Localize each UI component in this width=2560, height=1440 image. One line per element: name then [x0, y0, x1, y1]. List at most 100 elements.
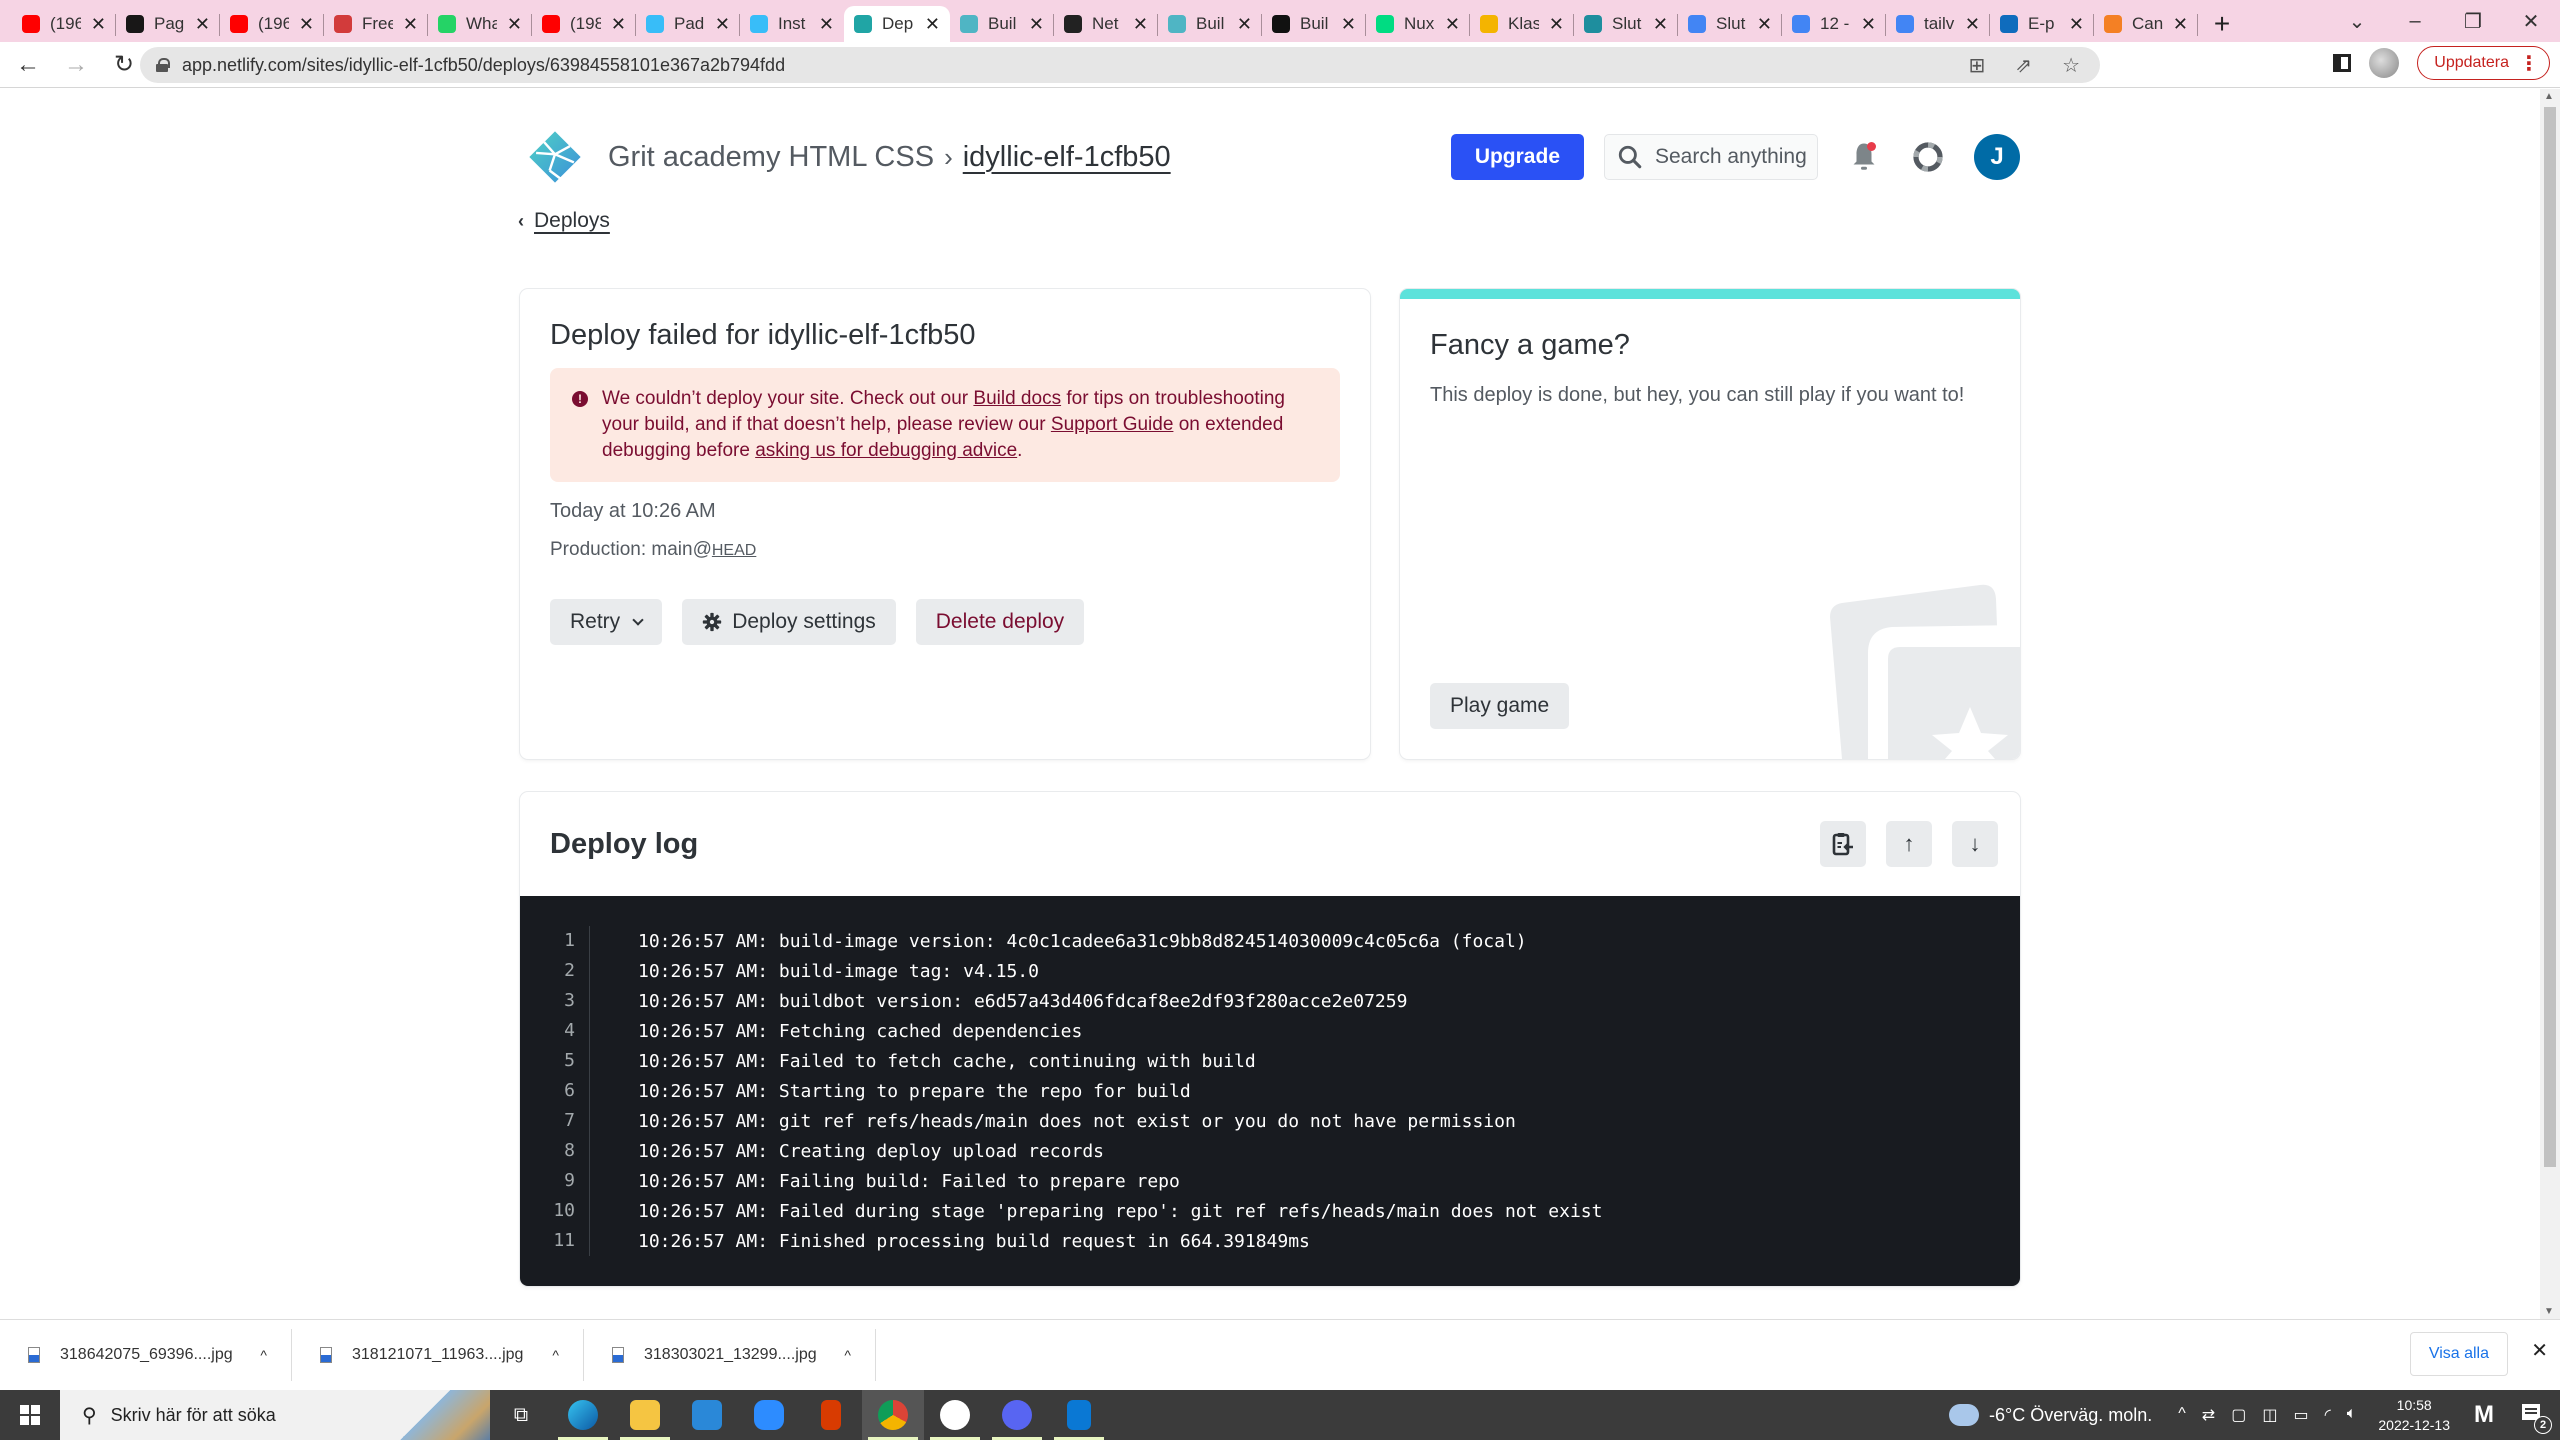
support-guide-link[interactable]: Support Guide	[1051, 414, 1174, 435]
tab-close-icon[interactable]: ✕	[819, 14, 834, 35]
taskbar-discord[interactable]	[986, 1390, 1048, 1440]
tab-close-icon[interactable]: ✕	[1549, 14, 1564, 35]
taskbar-slack[interactable]	[924, 1390, 986, 1440]
back-button[interactable]: ←	[8, 45, 48, 85]
tab-close-icon[interactable]: ✕	[611, 14, 626, 35]
forward-button[interactable]: →	[56, 45, 96, 85]
taskbar-search[interactable]: ⚲ Skriv här för att söka	[60, 1390, 490, 1440]
url-text[interactable]: app.netlify.com/sites/idyllic-elf-1cfb50…	[182, 55, 785, 76]
tray-m-app-icon[interactable]: M	[2474, 1401, 2494, 1429]
scroll-to-bottom-button[interactable]: ↓	[1952, 821, 1998, 867]
scroll-to-top-button[interactable]: ↑	[1886, 821, 1932, 867]
tab-close-icon[interactable]: ✕	[1237, 14, 1252, 35]
help-lifebuoy-icon[interactable]	[1910, 139, 1946, 175]
taskbar-chrome[interactable]	[862, 1390, 924, 1440]
back-to-deploys-link[interactable]: ‹ Deploys	[518, 209, 610, 233]
tab-close-icon[interactable]: ✕	[91, 14, 106, 35]
download-item[interactable]: 318121071_11963....jpg ^	[292, 1328, 584, 1381]
browser-tab[interactable]: Pad ✕	[636, 6, 740, 42]
update-button[interactable]: Uppdatera ⋮	[2417, 46, 2550, 80]
download-item[interactable]: 318642075_69396....jpg ^	[0, 1328, 292, 1381]
download-options-caret-icon[interactable]: ^	[844, 1347, 851, 1363]
start-button[interactable]	[0, 1390, 60, 1440]
browser-tab[interactable]: (196 ✕	[220, 6, 324, 42]
tab-close-icon[interactable]: ✕	[403, 14, 418, 35]
page-scrollbar[interactable]: ▲ ▼	[2540, 89, 2560, 1319]
tab-close-icon[interactable]: ✕	[1341, 14, 1356, 35]
search-input[interactable]: Search anything	[1604, 134, 1818, 180]
play-game-button[interactable]: Play game	[1430, 683, 1570, 729]
tab-close-icon[interactable]: ✕	[925, 14, 940, 35]
tab-close-icon[interactable]: ✕	[2069, 14, 2084, 35]
build-docs-link[interactable]: Build docs	[973, 388, 1061, 409]
upgrade-button[interactable]: Upgrade	[1450, 134, 1584, 180]
tab-close-icon[interactable]: ✕	[1029, 14, 1044, 35]
browser-tab[interactable]: Slut ✕	[1574, 6, 1678, 42]
taskbar-file-explorer[interactable]	[614, 1390, 676, 1440]
notification-center-button[interactable]: 2	[2520, 1402, 2552, 1434]
debugging-advice-link[interactable]: asking us for debugging advice	[755, 440, 1017, 461]
browser-tab[interactable]: Free ✕	[324, 6, 428, 42]
new-tab-button[interactable]: +	[2204, 6, 2240, 42]
side-panel-icon[interactable]	[2333, 54, 2352, 72]
tab-close-icon[interactable]: ✕	[1757, 14, 1772, 35]
share-icon[interactable]: ⇗	[2015, 53, 2032, 78]
browser-tab[interactable]: Buil ✕	[1158, 6, 1262, 42]
taskbar-mail[interactable]	[676, 1390, 738, 1440]
network-adapter-icon[interactable]: ⇄	[2202, 1405, 2215, 1425]
commit-ref-link[interactable]: HEAD	[712, 542, 756, 559]
breadcrumb-site[interactable]: idyllic-elf-1cfb50	[963, 141, 1171, 174]
deploy-log-output[interactable]: 1 10:26:57 AM: build-image version: 4c0c1…	[520, 896, 2020, 1286]
taskbar-edge[interactable]	[552, 1390, 614, 1440]
close-downloads-bar-icon[interactable]: ✕	[2531, 1338, 2548, 1363]
wifi-icon[interactable]: ◜	[2325, 1405, 2331, 1425]
notifications-bell-icon[interactable]	[1846, 139, 1882, 175]
browser-tab[interactable]: tailv ✕	[1886, 6, 1990, 42]
download-options-caret-icon[interactable]: ^	[260, 1347, 267, 1363]
scrollbar-thumb[interactable]	[2544, 107, 2556, 1167]
user-avatar[interactable]: J	[1974, 134, 2020, 180]
minimize-button[interactable]: –	[2386, 0, 2444, 42]
browser-tab[interactable]: Nux ✕	[1366, 6, 1470, 42]
show-hidden-icons-icon[interactable]: ^	[2178, 1405, 2186, 1425]
deploy-settings-button[interactable]: Deploy settings	[682, 599, 896, 645]
address-bar[interactable]: app.netlify.com/sites/idyllic-elf-1cfb50…	[140, 47, 2100, 83]
taskbar-office[interactable]	[800, 1390, 862, 1440]
task-view-button[interactable]: ⧉	[490, 1390, 552, 1440]
netlify-logo-icon[interactable]	[528, 130, 582, 184]
browser-tab[interactable]: E-p ✕	[1990, 6, 2094, 42]
download-options-caret-icon[interactable]: ^	[552, 1347, 559, 1363]
tab-close-icon[interactable]: ✕	[195, 14, 210, 35]
taskbar-vscode[interactable]	[1048, 1390, 1110, 1440]
browser-tab[interactable]: (196 ✕	[12, 6, 116, 42]
translate-icon[interactable]: ⊞	[1969, 53, 1986, 78]
close-window-button[interactable]: ✕	[2502, 0, 2560, 42]
scroll-up-arrow-icon[interactable]: ▲	[2544, 91, 2554, 102]
battery-icon[interactable]: ▭	[2293, 1405, 2308, 1425]
browser-tab[interactable]: Wha ✕	[428, 6, 532, 42]
taskbar-clock[interactable]: 10:58 2022-12-13	[2378, 1395, 2450, 1435]
download-item[interactable]: 318303021_13299....jpg ^	[584, 1328, 876, 1381]
retry-button[interactable]: Retry	[550, 599, 663, 645]
copy-log-button[interactable]	[1820, 821, 1866, 867]
tab-close-icon[interactable]: ✕	[715, 14, 730, 35]
browser-tab[interactable]: Slut ✕	[1678, 6, 1782, 42]
browser-tab[interactable]: Buil ✕	[950, 6, 1054, 42]
camera-icon[interactable]: ▢	[2231, 1405, 2246, 1425]
tab-close-icon[interactable]: ✕	[507, 14, 522, 35]
tab-close-icon[interactable]: ✕	[1133, 14, 1148, 35]
breadcrumb-team[interactable]: Grit academy HTML CSS	[608, 141, 934, 174]
taskbar-chat[interactable]	[738, 1390, 800, 1440]
tab-close-icon[interactable]: ✕	[1965, 14, 1980, 35]
browser-tab[interactable]: 12 - ✕	[1782, 6, 1886, 42]
browser-tab[interactable]: Pag ✕	[116, 6, 220, 42]
weather-widget[interactable]: -6°C Överväg. moln.	[1949, 1396, 2152, 1426]
scroll-down-arrow-icon[interactable]: ▼	[2544, 1306, 2554, 1317]
delete-deploy-button[interactable]: Delete deploy	[915, 599, 1085, 645]
show-all-downloads-button[interactable]: Visa alla	[2409, 1332, 2508, 1376]
tab-close-icon[interactable]: ✕	[2173, 14, 2188, 35]
bookmark-star-icon[interactable]: ☆	[2062, 53, 2080, 78]
tab-search-icon[interactable]: ⌄	[2328, 0, 2386, 42]
tab-close-icon[interactable]: ✕	[299, 14, 314, 35]
tab-close-icon[interactable]: ✕	[1861, 14, 1876, 35]
